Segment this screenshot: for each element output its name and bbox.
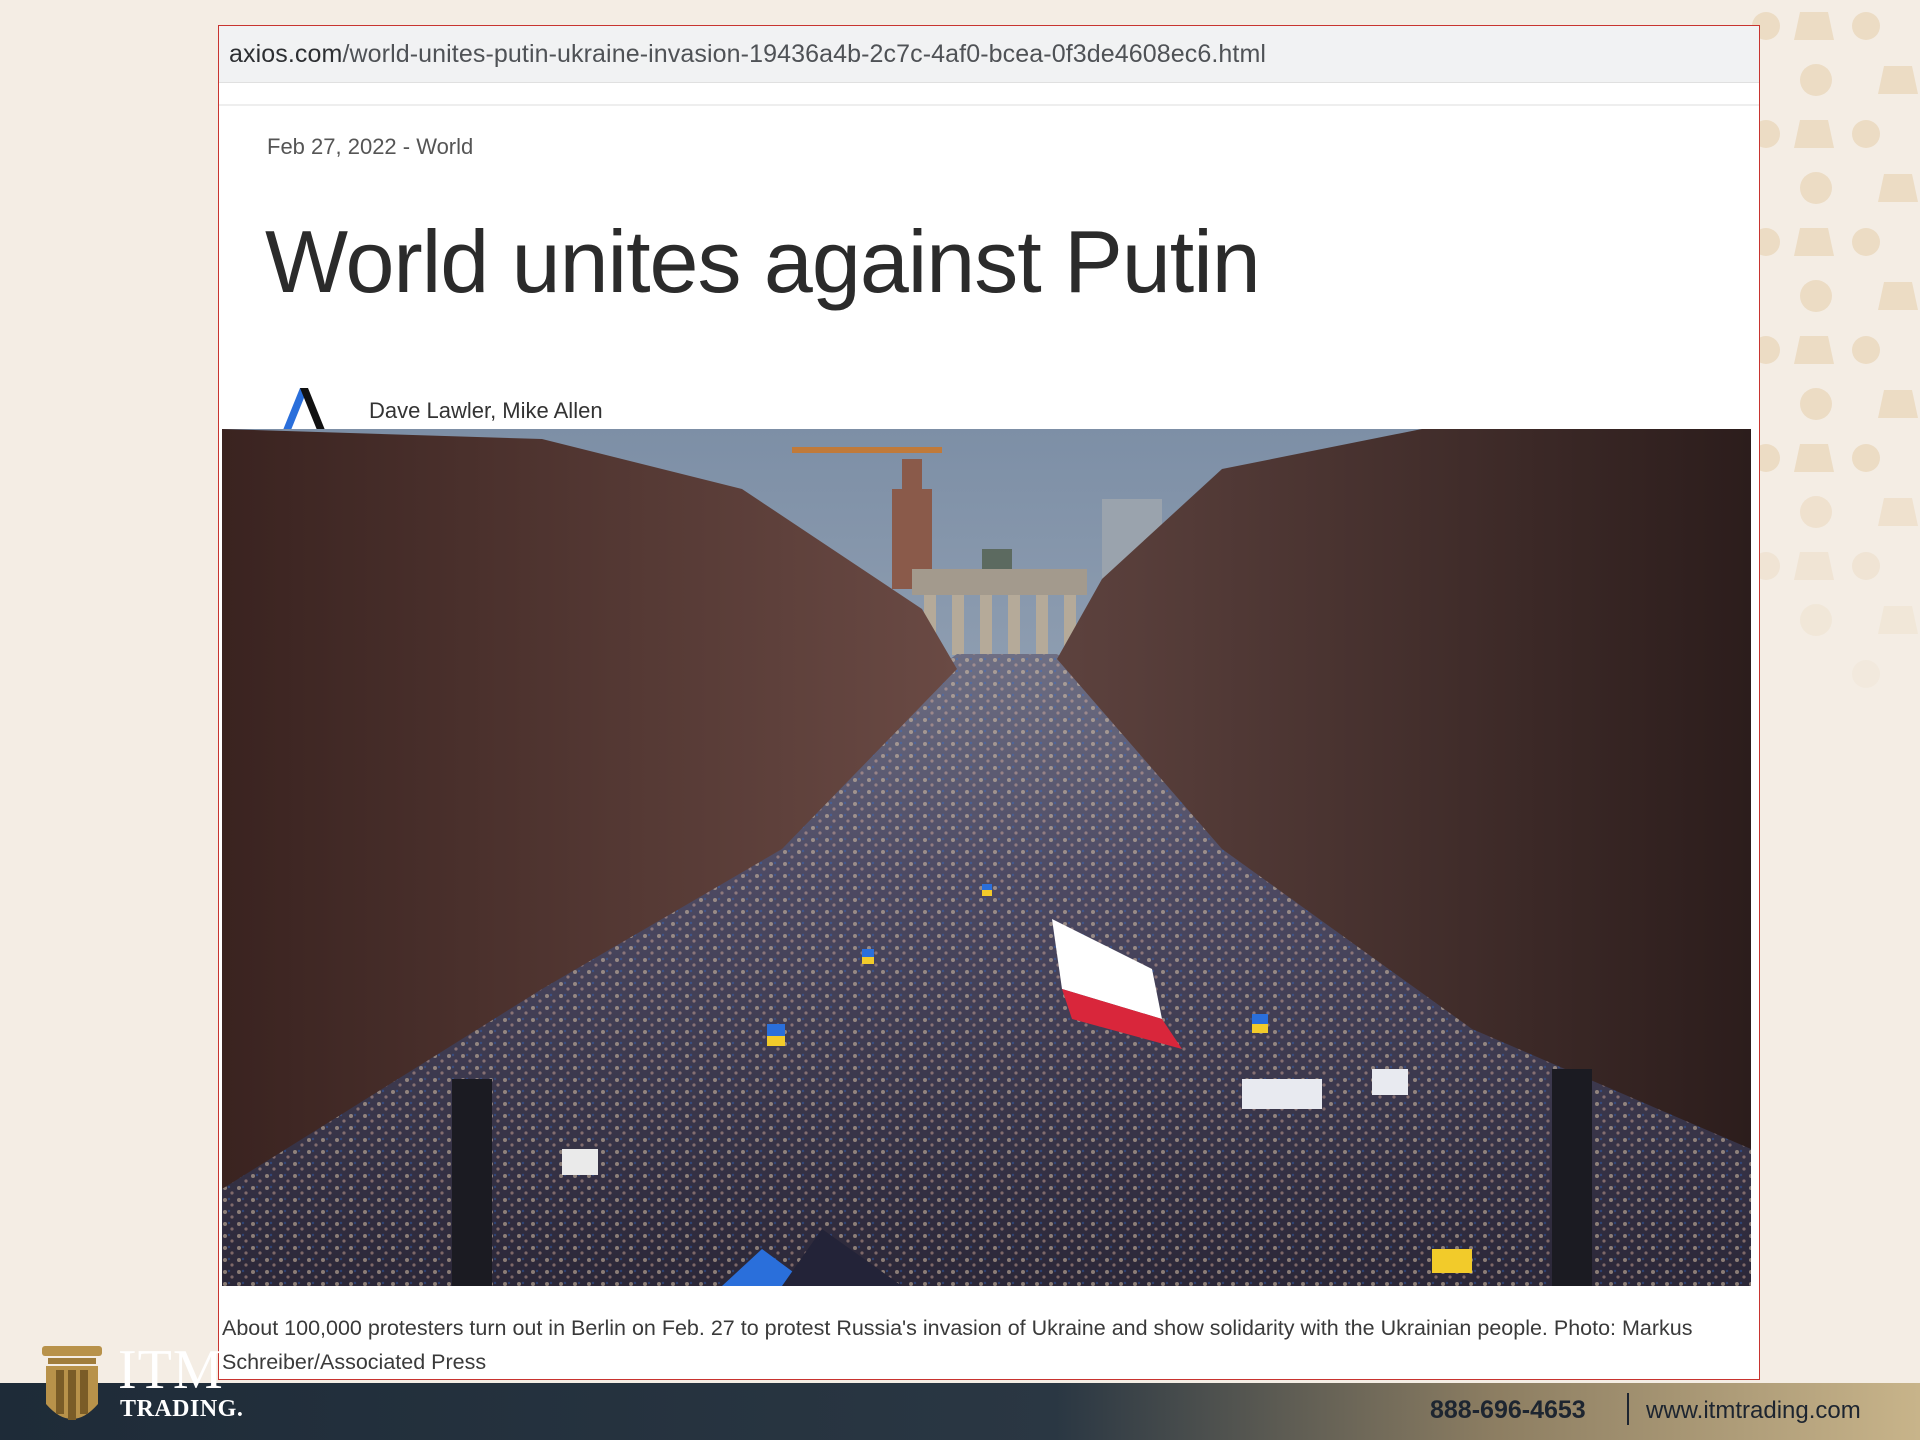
article-authors[interactable]: Dave Lawler, Mike Allen [369,398,603,424]
url-domain: axios.com [229,40,343,68]
address-bar[interactable]: axios.com/world-unites-putin-ukraine-inv… [219,26,1759,83]
article-screenshot: axios.com/world-unites-putin-ukraine-inv… [218,25,1760,1380]
logo-subtext: TRADING. [120,1396,244,1422]
itm-trading-logo: ITM TRADING. [40,1340,260,1440]
axios-logo-icon [283,388,325,430]
footer-website[interactable]: www.itmtrading.com [1646,1397,1861,1425]
article-dateline: Feb 27, 2022 - World [267,134,474,159]
decorative-pattern [1752,12,1918,688]
article-headline: World unites against Putin [265,212,1261,311]
footer-phone[interactable]: 888-696-4653 [1430,1396,1586,1425]
column-emblem-icon [42,1346,102,1420]
url-text[interactable]: axios.com/world-unites-putin-ukraine-inv… [229,40,1266,69]
footer-separator [1627,1393,1629,1425]
footer-bar: 888-696-4653 www.itmtrading.com [0,1383,1920,1440]
photo-caption: About 100,000 protesters turn out in Ber… [222,1316,1693,1374]
divider [219,104,1759,106]
url-path: /world-unites-putin-ukraine-invasion-194… [342,40,1267,68]
protest-crowd-photo [222,429,1751,1286]
logo-wordmark: ITM [118,1339,224,1401]
